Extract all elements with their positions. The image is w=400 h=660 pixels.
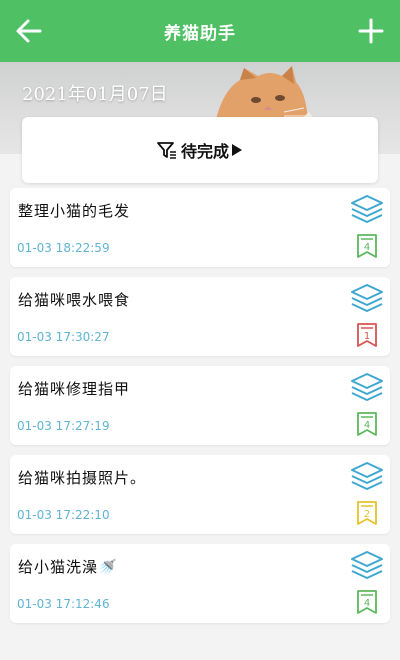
priority-flag-icon: 4 <box>357 590 377 614</box>
task-name: 给猫咪喂水喂食 <box>18 291 131 309</box>
task-name: 给猫咪拍摄照片。 <box>18 469 147 487</box>
priority-flag-icon: 4 <box>357 412 377 436</box>
task-time: 01-03 17:22:10 <box>17 508 110 522</box>
task-list: 整理小猫的毛发 01-03 18:22:59 4 给猫咪喂水喂食 01-03 1… <box>10 188 390 633</box>
task-name: 给猫咪修理指甲 <box>18 380 131 398</box>
priority-number: 2 <box>364 509 370 520</box>
layers-icon[interactable] <box>350 194 384 224</box>
layers-icon[interactable] <box>350 283 384 313</box>
task-item[interactable]: 给猫咪喂水喂食 01-03 17:30:27 1 <box>10 277 390 356</box>
priority-number: 1 <box>364 331 370 342</box>
priority-number: 4 <box>364 598 370 609</box>
arrow-left-icon <box>16 19 42 43</box>
task-time: 01-03 17:30:27 <box>17 330 110 344</box>
page-title: 养猫助手 <box>164 23 236 44</box>
layers-icon[interactable] <box>350 550 384 580</box>
add-task-button[interactable] <box>354 14 388 48</box>
task-item[interactable]: 整理小猫的毛发 01-03 18:22:59 4 <box>10 188 390 267</box>
app-bar: 养猫助手 <box>0 0 400 62</box>
current-date: 2021年01月07日 <box>22 84 168 105</box>
play-arrow-icon <box>232 144 242 156</box>
task-item[interactable]: 给小猫洗澡🚿 01-03 17:12:46 4 <box>10 544 390 623</box>
back-button[interactable] <box>12 14 46 48</box>
task-name: 给小猫洗澡🚿 <box>18 558 118 576</box>
filter-status-button[interactable]: 待完成 <box>22 117 378 183</box>
priority-flag-icon: 2 <box>357 501 377 525</box>
task-time: 01-03 17:12:46 <box>17 597 110 611</box>
priority-number: 4 <box>364 242 370 253</box>
task-item[interactable]: 给猫咪拍摄照片。 01-03 17:22:10 2 <box>10 455 390 534</box>
layers-icon[interactable] <box>350 461 384 491</box>
task-item[interactable]: 给猫咪修理指甲 01-03 17:27:19 4 <box>10 366 390 445</box>
task-time: 01-03 17:27:19 <box>17 419 110 433</box>
plus-icon <box>358 18 384 44</box>
priority-flag-icon: 1 <box>357 323 377 347</box>
filter-icon <box>157 142 176 159</box>
layers-icon[interactable] <box>350 372 384 402</box>
task-name: 整理小猫的毛发 <box>18 202 131 220</box>
filter-label: 待完成 <box>180 142 229 161</box>
priority-flag-icon: 4 <box>357 234 377 258</box>
priority-number: 4 <box>364 420 370 431</box>
task-time: 01-03 18:22:59 <box>17 241 110 255</box>
